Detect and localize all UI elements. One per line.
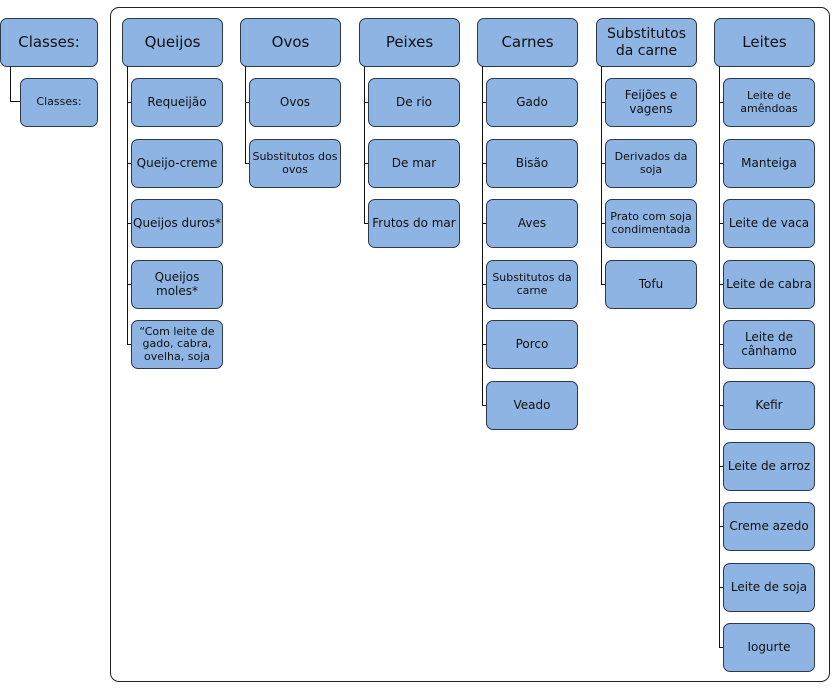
category-item: Requeijão <box>131 78 223 127</box>
category-item: Queijos duros* <box>131 199 223 248</box>
connector <box>482 66 484 405</box>
category-item: Frutos do mar <box>368 199 460 248</box>
category-item: Leite de amêndoas <box>723 78 815 127</box>
root-child: Classes: <box>20 78 98 127</box>
connector <box>127 66 129 344</box>
category-item: Derivados da soja <box>605 139 697 188</box>
category-item: De rio <box>368 78 460 127</box>
category-item: Leite de soja <box>723 563 815 612</box>
category-item: Manteiga <box>723 139 815 188</box>
category-item: Leite de cânhamo <box>723 320 815 369</box>
category-item: Veado <box>486 381 578 430</box>
column-header: Carnes <box>477 18 578 67</box>
category-item: Aves <box>486 199 578 248</box>
category-item: Leite de cabra <box>723 260 815 309</box>
column-header: Leites <box>714 18 815 67</box>
connector <box>245 66 247 163</box>
column-header: Queijos <box>122 18 223 67</box>
root-header: Classes: <box>0 18 98 67</box>
category-item: Porco <box>486 320 578 369</box>
column-header: Peixes <box>359 18 460 67</box>
category-item: Substitutos da carne <box>486 260 578 309</box>
category-item: Tofu <box>605 260 697 309</box>
category-item: De mar <box>368 139 460 188</box>
column-header: Ovos <box>240 18 341 67</box>
category-item: Queijos moles* <box>131 260 223 309</box>
category-item: Bisão <box>486 139 578 188</box>
category-item: Iogurte <box>723 623 815 672</box>
category-item: Leite de arroz <box>723 442 815 491</box>
category-item: Ovos <box>249 78 341 127</box>
connector <box>10 101 20 103</box>
category-item: Leite de vaca <box>723 199 815 248</box>
category-item: Feijões e vagens <box>605 78 697 127</box>
category-item: Prato com soja condimentada <box>605 199 697 248</box>
column-header: Substitutos da carne <box>596 18 697 67</box>
category-item: Substitutos dos ovos <box>249 139 341 188</box>
connector <box>601 66 603 284</box>
category-item: Kefir <box>723 381 815 430</box>
category-item: “Com leite de gado, cabra, ovelha, soja <box>131 320 223 369</box>
category-item: Creme azedo <box>723 502 815 551</box>
category-item: Gado <box>486 78 578 127</box>
connector <box>10 66 12 102</box>
category-item: Queijo-creme <box>131 139 223 188</box>
connector <box>719 66 721 647</box>
connector <box>364 66 366 223</box>
